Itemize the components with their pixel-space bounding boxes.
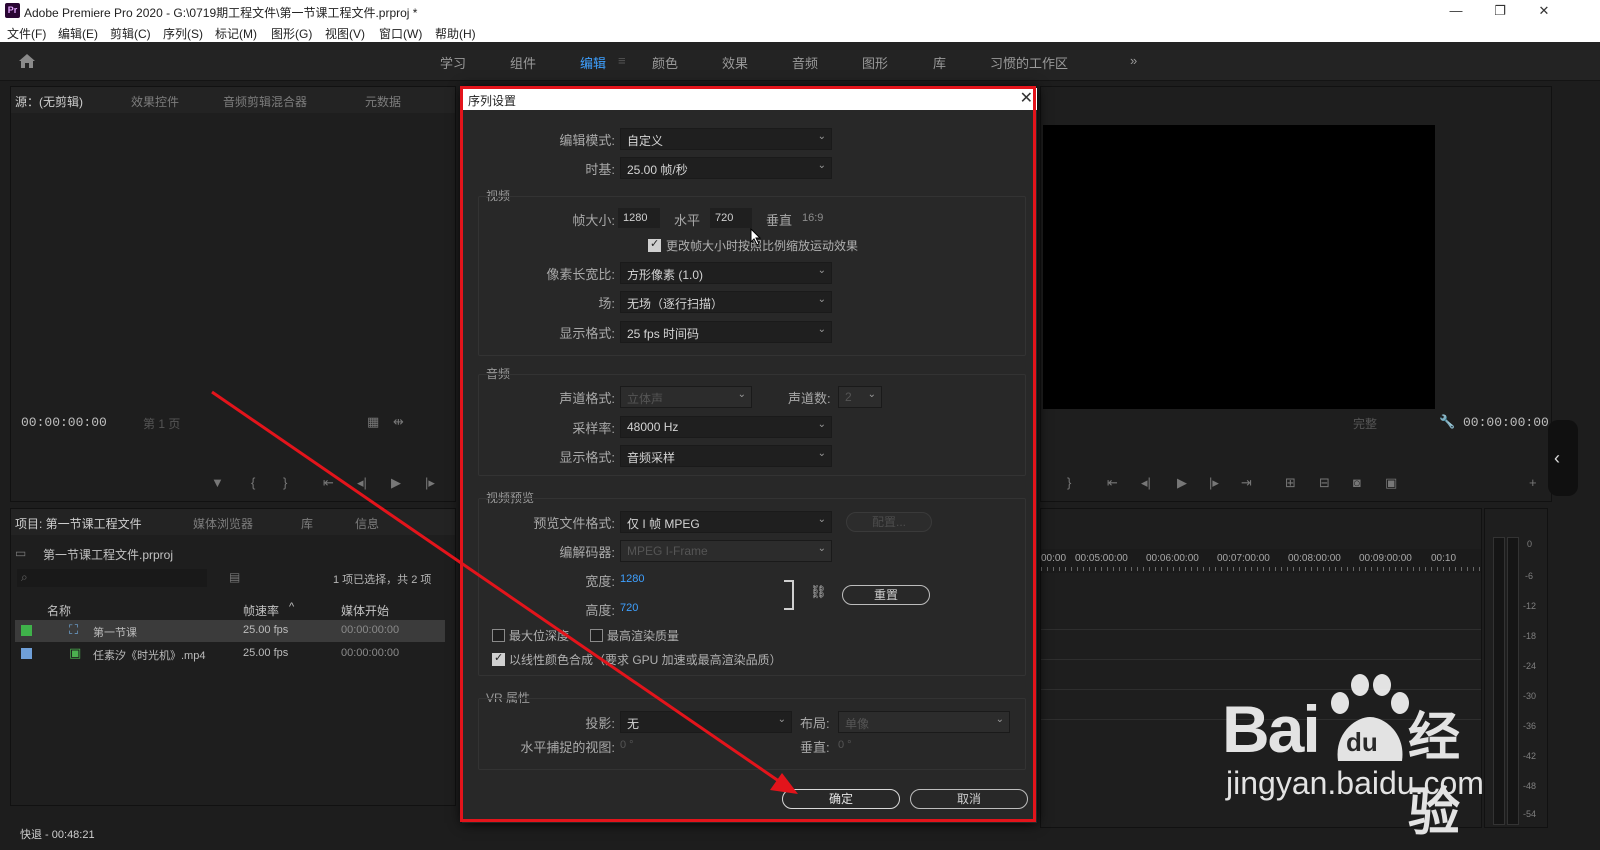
baidu-jingyan-watermark: Bai du 经验 jingyan.baidu.com (1222, 673, 1510, 842)
baidu-logo: Bai du 经验 (1222, 673, 1510, 842)
